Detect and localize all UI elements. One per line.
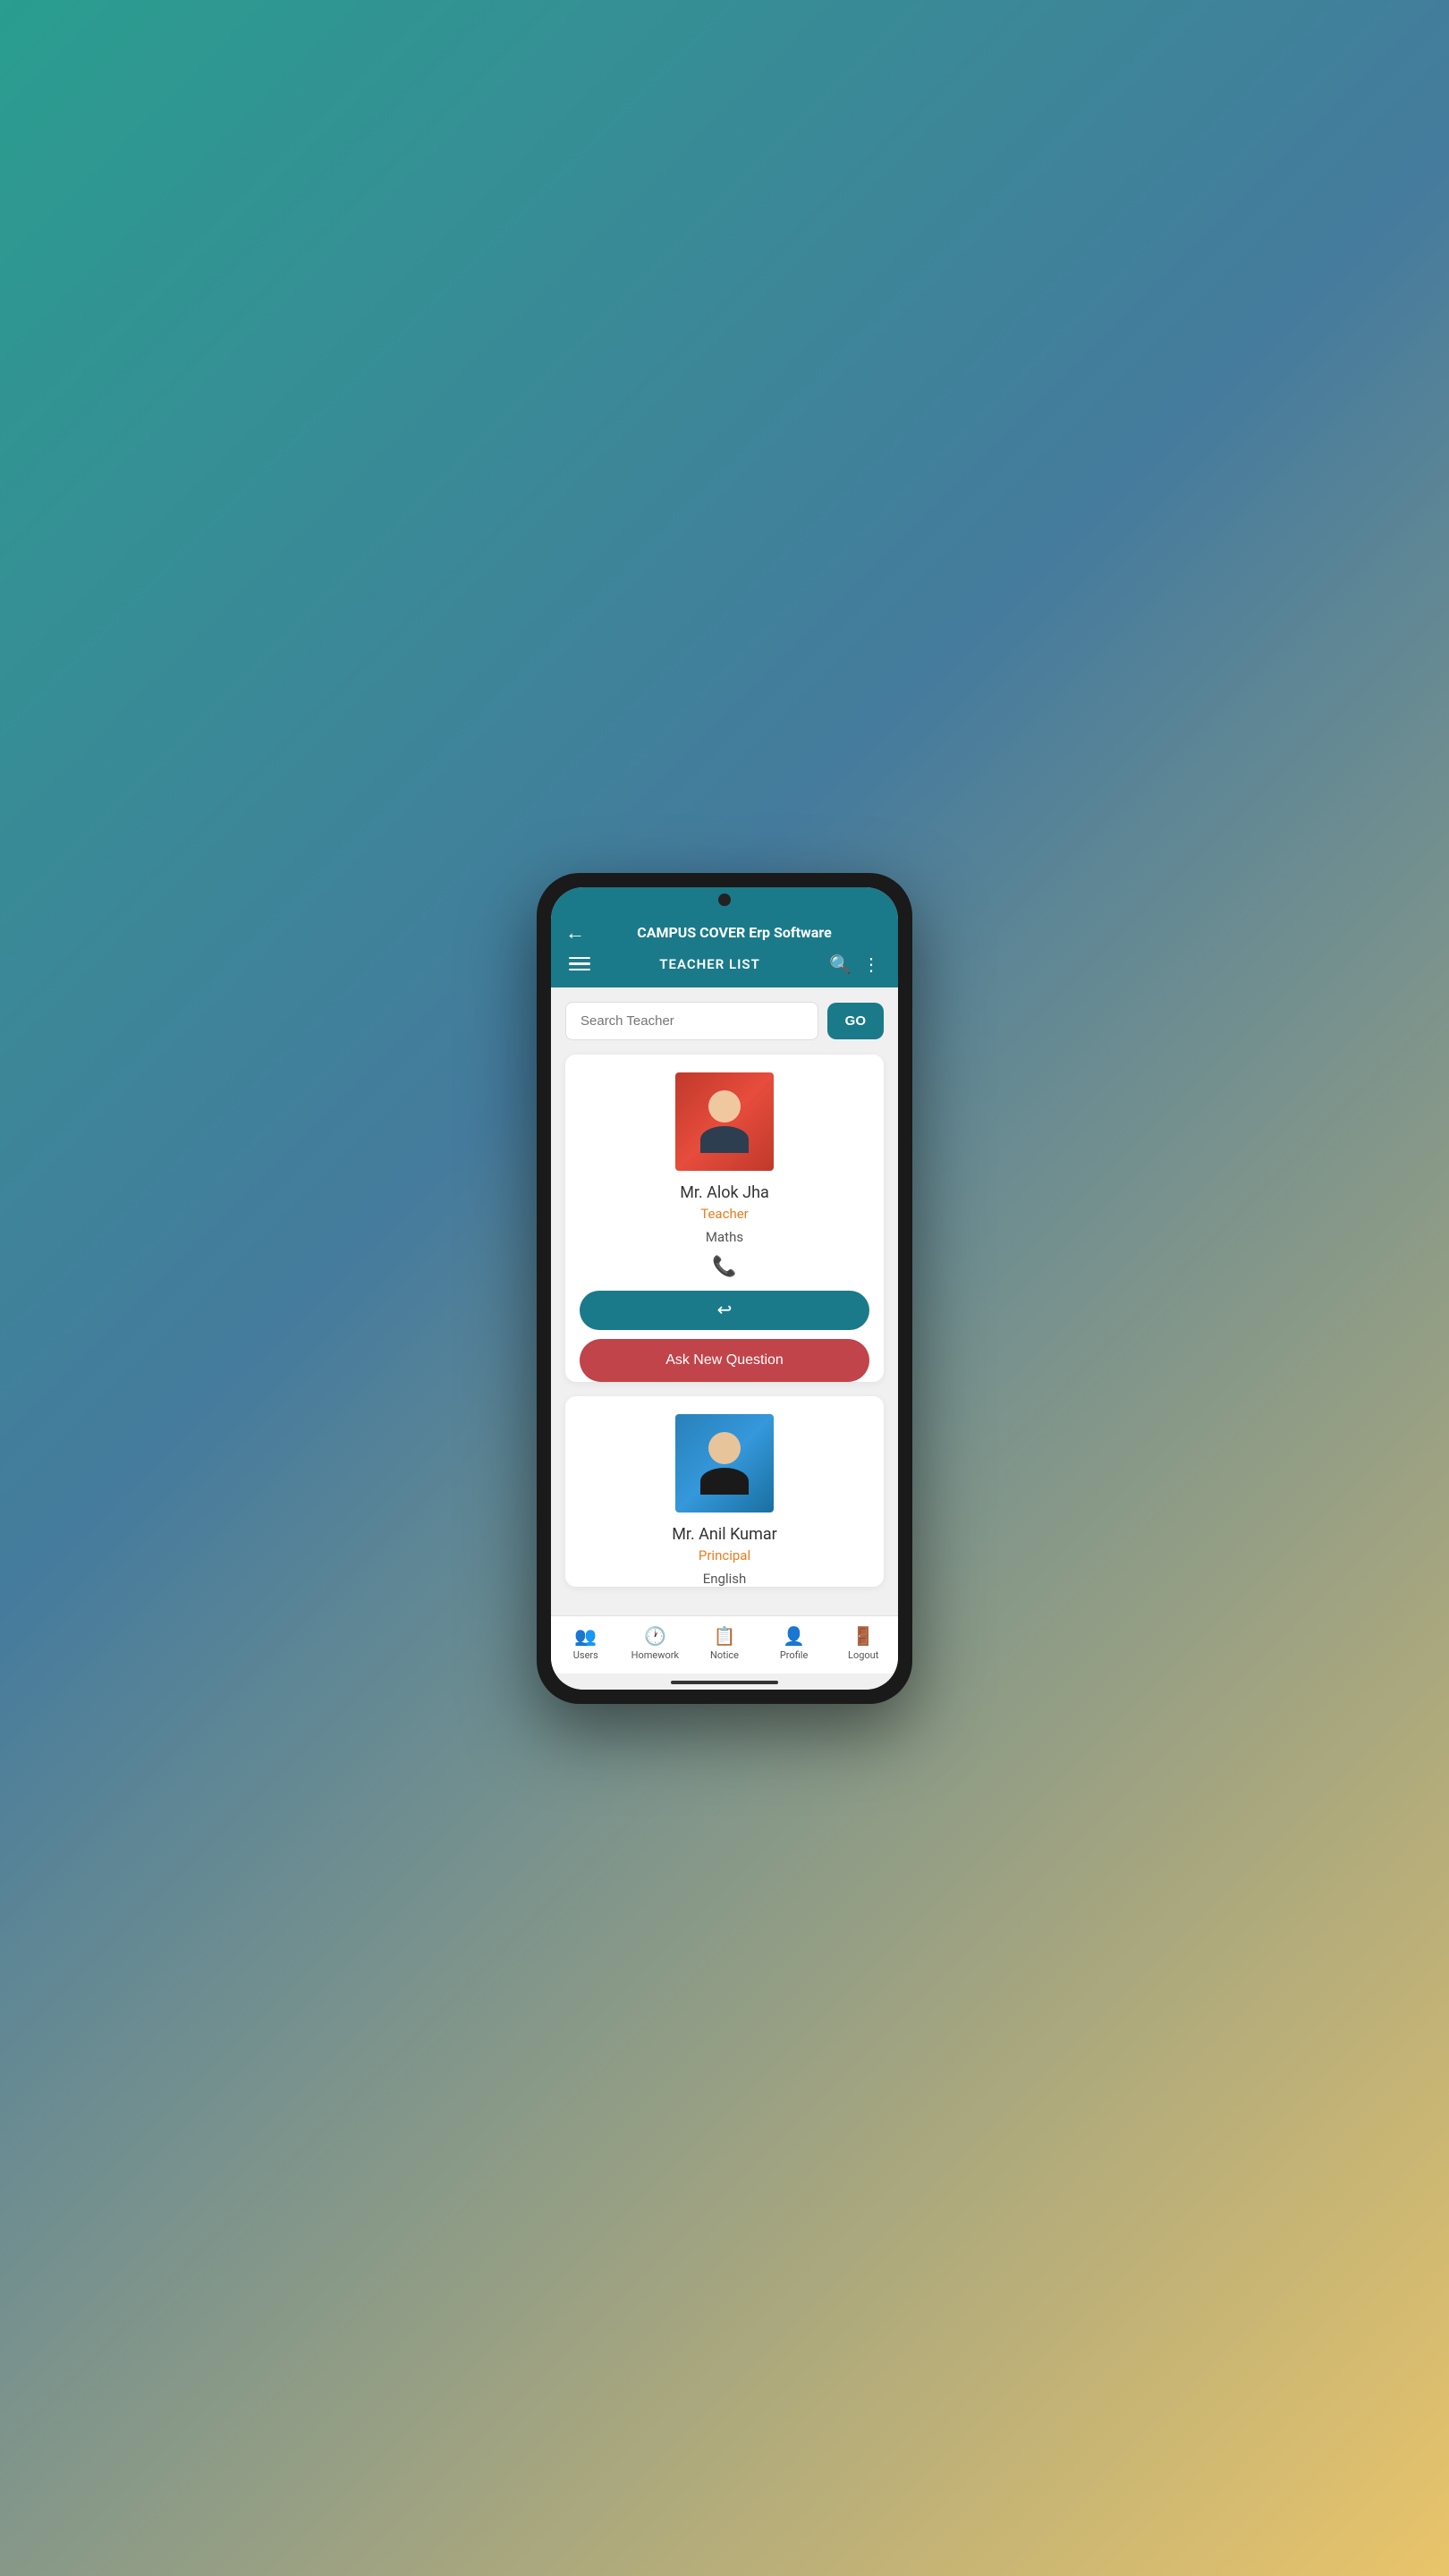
teacher-photo-alok	[675, 1072, 774, 1171]
nav-item-users[interactable]: 👥 Users	[559, 1625, 613, 1661]
header-top: ← CAMPUS COVER Erp Software	[565, 921, 884, 945]
notice-icon: 📋	[714, 1625, 736, 1647]
teacher-name-anil: Mr. Anil Kumar	[580, 1525, 869, 1544]
teacher-subject-anil: English	[580, 1571, 869, 1587]
search-row: GO	[565, 1002, 884, 1040]
teacher-subject-alok: Maths	[580, 1229, 869, 1245]
reply-button-alok[interactable]: ↩	[580, 1291, 869, 1330]
app-header: ← CAMPUS COVER Erp Software TEACHER LIST…	[551, 912, 898, 987]
more-options-icon[interactable]: ⋮	[862, 953, 880, 975]
go-button[interactable]: GO	[827, 1003, 884, 1039]
profile-label: Profile	[780, 1649, 808, 1661]
teacher-photo-wrapper-alok	[580, 1072, 869, 1171]
teacher-card-alok: Mr. Alok Jha Teacher Maths 📞 ↩ Ask New Q…	[565, 1055, 884, 1382]
teacher-card-anil: Mr. Anil Kumar Principal English	[565, 1396, 884, 1587]
app-title: CAMPUS COVER Erp Software	[585, 924, 884, 941]
teacher-photo-wrapper-anil	[580, 1414, 869, 1513]
header-nav: TEACHER LIST 🔍 ⋮	[565, 953, 884, 975]
ask-question-label-alok: Ask New Question	[665, 1352, 784, 1368]
phone-icon-row-alok: 📞	[580, 1256, 869, 1278]
logout-icon: 🚪	[852, 1625, 875, 1647]
camera-notch	[718, 894, 731, 906]
teacher-photo-anil	[675, 1414, 774, 1513]
users-icon: 👥	[574, 1625, 597, 1647]
hamburger-menu[interactable]	[569, 957, 590, 971]
search-icon[interactable]: 🔍	[829, 953, 852, 975]
notice-label: Notice	[710, 1649, 739, 1661]
teacher-role-alok: Teacher	[580, 1206, 869, 1222]
status-bar	[551, 887, 898, 912]
nav-item-logout[interactable]: 🚪 Logout	[836, 1625, 890, 1661]
homework-icon: 🕐	[644, 1625, 666, 1647]
users-label: Users	[573, 1649, 598, 1661]
phone-screen: ← CAMPUS COVER Erp Software TEACHER LIST…	[551, 887, 898, 1690]
teacher-role-anil: Principal	[580, 1547, 869, 1563]
ask-question-button-alok[interactable]: Ask New Question	[580, 1339, 869, 1382]
person-icon-alok	[700, 1090, 749, 1153]
home-bar	[671, 1681, 778, 1684]
phone-frame: ← CAMPUS COVER Erp Software TEACHER LIST…	[537, 873, 912, 1704]
bottom-nav: 👥 Users 🕐 Homework 📋 Notice 👤 Profile 🚪 …	[551, 1615, 898, 1674]
person-icon-anil	[700, 1432, 749, 1495]
home-indicator	[551, 1674, 898, 1690]
profile-icon: 👤	[783, 1625, 805, 1647]
nav-icons: 🔍 ⋮	[829, 953, 880, 975]
section-title: TEACHER LIST	[659, 956, 760, 972]
screen-body: GO Mr. Alok Jha Teacher Maths 📞	[551, 987, 898, 1615]
phone-icon-alok[interactable]: 📞	[712, 1256, 736, 1278]
back-button[interactable]: ←	[565, 921, 585, 945]
reply-icon-alok: ↩	[717, 1299, 733, 1321]
nav-item-notice[interactable]: 📋 Notice	[698, 1625, 751, 1661]
nav-item-homework[interactable]: 🕐 Homework	[628, 1625, 682, 1661]
search-input[interactable]	[565, 1002, 818, 1040]
teacher-name-alok: Mr. Alok Jha	[580, 1183, 869, 1202]
nav-item-profile[interactable]: 👤 Profile	[767, 1625, 821, 1661]
homework-label: Homework	[631, 1649, 679, 1661]
logout-label: Logout	[848, 1649, 878, 1661]
